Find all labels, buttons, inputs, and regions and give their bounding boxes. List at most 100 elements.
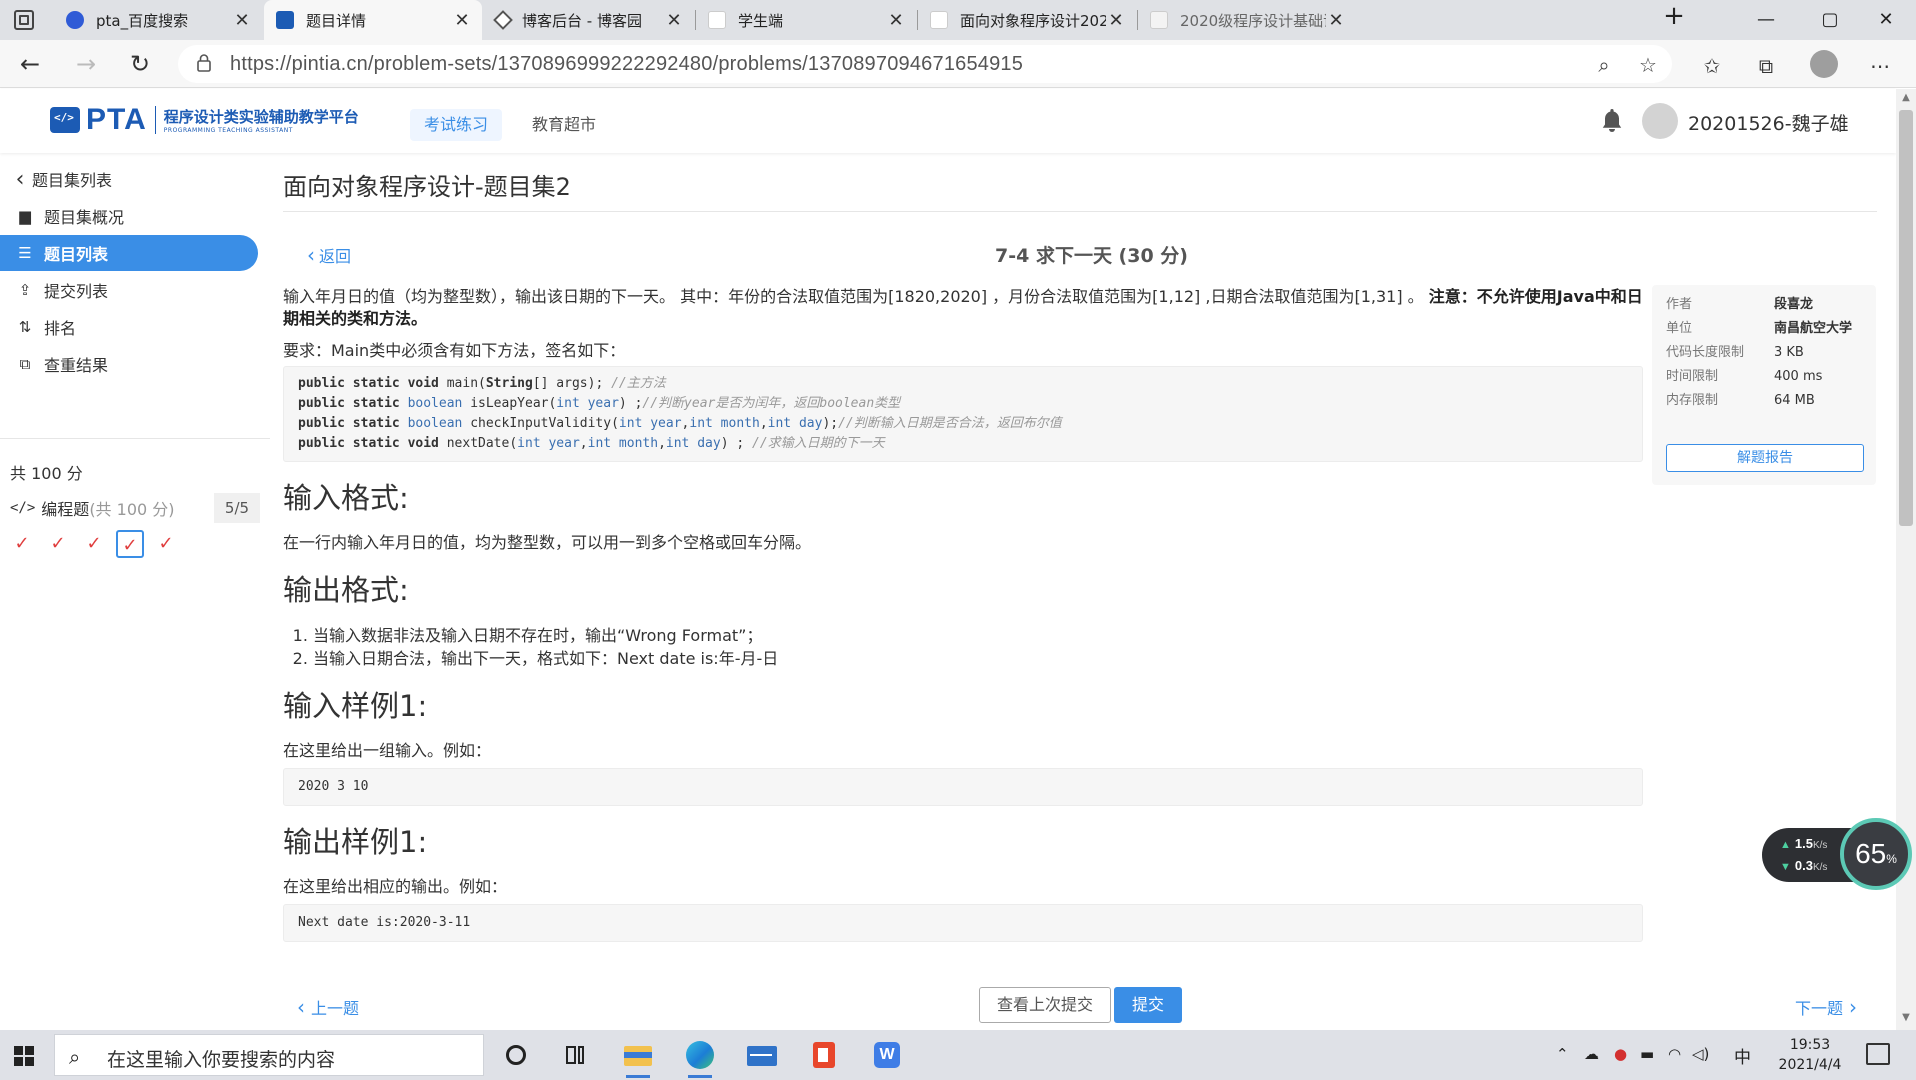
sidebar-item-ranking[interactable]: ⇅ 排名	[0, 309, 258, 345]
problem-3-check-icon[interactable]: ✓	[80, 530, 108, 558]
qq-icon[interactable]: ●	[1614, 1045, 1627, 1063]
user-avatar[interactable]	[1642, 103, 1678, 139]
refresh-icon[interactable]: ↻	[122, 48, 158, 80]
maximize-button[interactable]: ▢	[1800, 0, 1860, 40]
info-row-memory-limit: 内存限制 64 MB	[1666, 389, 1866, 413]
mail-icon[interactable]	[744, 1038, 780, 1072]
tab-close-icon[interactable]: ✕	[664, 10, 684, 31]
tab-actions-icon[interactable]	[14, 10, 34, 30]
lock-icon[interactable]	[196, 54, 212, 72]
bell-icon[interactable]	[1600, 107, 1624, 135]
ime-indicator[interactable]: 中	[1734, 1043, 1751, 1068]
logo-divider	[154, 106, 156, 134]
download-unit: K/s	[1812, 862, 1828, 873]
back-arrow-icon[interactable]: ←	[12, 48, 48, 80]
nav-edu-market[interactable]: 教育超市	[518, 109, 610, 141]
new-tab-button[interactable]: +	[1644, 0, 1704, 36]
view-last-submission-button[interactable]: 查看上次提交	[979, 987, 1111, 1023]
task-view-icon[interactable]	[558, 1038, 594, 1072]
taskbar-search-box[interactable]: ⌕ 在这里输入你要搜索的内容	[54, 1034, 484, 1076]
code-token: int year	[517, 436, 580, 451]
tab-problem-detail[interactable]: 题目详情 ✕	[264, 0, 482, 40]
pta-logo[interactable]: PTA 程序设计类实验辅助教学平台 PROGRAMMING TEACHING A…	[50, 103, 359, 137]
upload-value: 1.5	[1794, 836, 1813, 851]
next-problem-link[interactable]: 下一题 ›	[1795, 995, 1857, 1019]
memory-usage-circle: 65%	[1840, 818, 1912, 890]
sample-output-code: Next date is:2020-3-11	[283, 904, 1643, 942]
tray-expand-icon[interactable]: ⌃	[1556, 1045, 1569, 1063]
sidebar-item-problem-list[interactable]: ☰ 题目列表	[0, 235, 258, 271]
volume-icon[interactable]: ◁)	[1692, 1045, 1709, 1063]
tab-course-design[interactable]: 2020级程序设计基础课程设 ✕	[1138, 0, 1356, 40]
problem-5-check-icon[interactable]: ✓	[152, 530, 180, 558]
address-toolbar: ← → ↻ https://pintia.cn/problem-sets/137…	[0, 40, 1916, 88]
sidebar-item-submissions[interactable]: ⇪ 提交列表	[0, 272, 258, 308]
prev-problem-link[interactable]: ‹ 上一题	[297, 995, 359, 1019]
close-window-button[interactable]: ✕	[1856, 0, 1916, 40]
tab-baidu[interactable]: pta_百度搜索 ✕	[54, 0, 262, 40]
sidebar-item-overview[interactable]: ▆ 题目集概况	[0, 198, 258, 234]
address-bar[interactable]: https://pintia.cn/problem-sets/137089699…	[178, 45, 1672, 83]
sample-output-heading: 输出样例1:	[283, 825, 428, 859]
scrollbar-thumb[interactable]	[1899, 110, 1913, 526]
tab-cnblogs[interactable]: 博客后台 - 博客园 ✕	[484, 0, 694, 40]
output-format-item: 当输入日期合法，输出下一天，格式如下：Next date is:年-月-日	[313, 647, 1643, 670]
file-explorer-icon[interactable]	[620, 1038, 656, 1078]
office-icon[interactable]	[806, 1038, 842, 1072]
cortana-icon[interactable]	[498, 1038, 534, 1072]
back-link[interactable]: ‹ 返回	[307, 243, 351, 267]
minimize-button[interactable]: —	[1736, 0, 1796, 40]
tab-oop-homework[interactable]: 面向对象程序设计2021-作业 ✕	[918, 0, 1136, 40]
sidebar-item-plagiarism[interactable]: ⧉ 查重结果	[0, 346, 258, 382]
code-token: );	[822, 416, 839, 431]
favorite-star-icon[interactable]: ☆	[1634, 51, 1662, 79]
tab-student[interactable]: 学生端 ✕	[696, 0, 916, 40]
zoom-icon[interactable]: ⌕	[1590, 51, 1618, 79]
battery-icon[interactable]: ▬	[1640, 1045, 1654, 1063]
logo-cn: 程序设计类实验辅助教学平台	[163, 108, 359, 126]
output-format-heading: 输出格式:	[283, 573, 409, 607]
sidebar-item-problem-sets[interactable]: ‹ 题目集列表	[0, 161, 258, 197]
more-menu-icon[interactable]: ⋯	[1866, 52, 1894, 80]
code-token: checkInputValidity(	[462, 416, 619, 431]
notification-center-icon[interactable]	[1866, 1043, 1890, 1065]
windows-start-icon[interactable]	[14, 1046, 34, 1066]
tab-label: 题目详情	[306, 11, 367, 30]
info-value: 南昌航空大学	[1774, 321, 1853, 336]
browser-tab-bar: pta_百度搜索 ✕ 题目详情 ✕ 博客后台 - 博客园 ✕ 学生端 ✕ 面向对…	[0, 0, 1916, 40]
tab-close-icon[interactable]: ✕	[452, 10, 472, 31]
tab-close-icon[interactable]: ✕	[232, 10, 252, 31]
wifi-icon[interactable]: ◠	[1668, 1045, 1681, 1063]
problem-1-check-icon[interactable]: ✓	[8, 530, 36, 558]
scroll-down-arrow-icon[interactable]: ▼	[1896, 1012, 1916, 1028]
edge-browser-icon[interactable]	[682, 1038, 718, 1078]
tab-close-icon[interactable]: ✕	[1326, 10, 1346, 31]
wps-icon[interactable]: W	[868, 1038, 904, 1072]
description-paragraph: 输入年月日的值（均为整型数），输出该日期的下一天。 其中：年份的合法取值范围为[…	[283, 286, 1643, 330]
favorites-icon[interactable]: ✩	[1698, 52, 1726, 80]
solution-report-button[interactable]: 解题报告	[1666, 444, 1864, 472]
url-text[interactable]: https://pintia.cn/problem-sets/137089699…	[230, 53, 1023, 76]
nav-exam-practice[interactable]: 考试练习	[410, 109, 503, 141]
code-token: isLeapYear(	[462, 396, 557, 411]
cnblogs-favicon-icon	[493, 10, 513, 30]
network-speed-widget[interactable]: ▲ 1.5K/s ▼ 0.3K/s 65%	[1762, 818, 1914, 890]
upload-unit: K/s	[1812, 840, 1828, 851]
problem-4-check-icon[interactable]: ✓	[116, 530, 144, 558]
submit-button[interactable]: 提交	[1114, 987, 1182, 1023]
onedrive-icon[interactable]: ☁	[1584, 1045, 1599, 1063]
info-row-author: 作者 段喜龙	[1666, 293, 1866, 317]
problem-2-check-icon[interactable]: ✓	[44, 530, 72, 558]
scroll-up-arrow-icon[interactable]: ▲	[1896, 92, 1916, 108]
forward-arrow-icon[interactable]: →	[68, 48, 104, 80]
programming-group[interactable]: </> 编程题 (共 100 分) 5/5	[10, 493, 260, 523]
tab-close-icon[interactable]: ✕	[886, 10, 906, 31]
tab-close-icon[interactable]: ✕	[1106, 10, 1126, 31]
next-label: 下一题	[1794, 999, 1843, 1018]
collections-icon[interactable]: ⧉	[1752, 52, 1780, 80]
taskbar-clock[interactable]: 19:53 2021/4/4	[1774, 1035, 1846, 1075]
profile-avatar-icon[interactable]	[1810, 50, 1838, 78]
user-name[interactable]: 20201526-魏子雄	[1688, 109, 1849, 136]
code-token: public static void	[298, 436, 447, 451]
code-token: main(	[446, 376, 486, 391]
